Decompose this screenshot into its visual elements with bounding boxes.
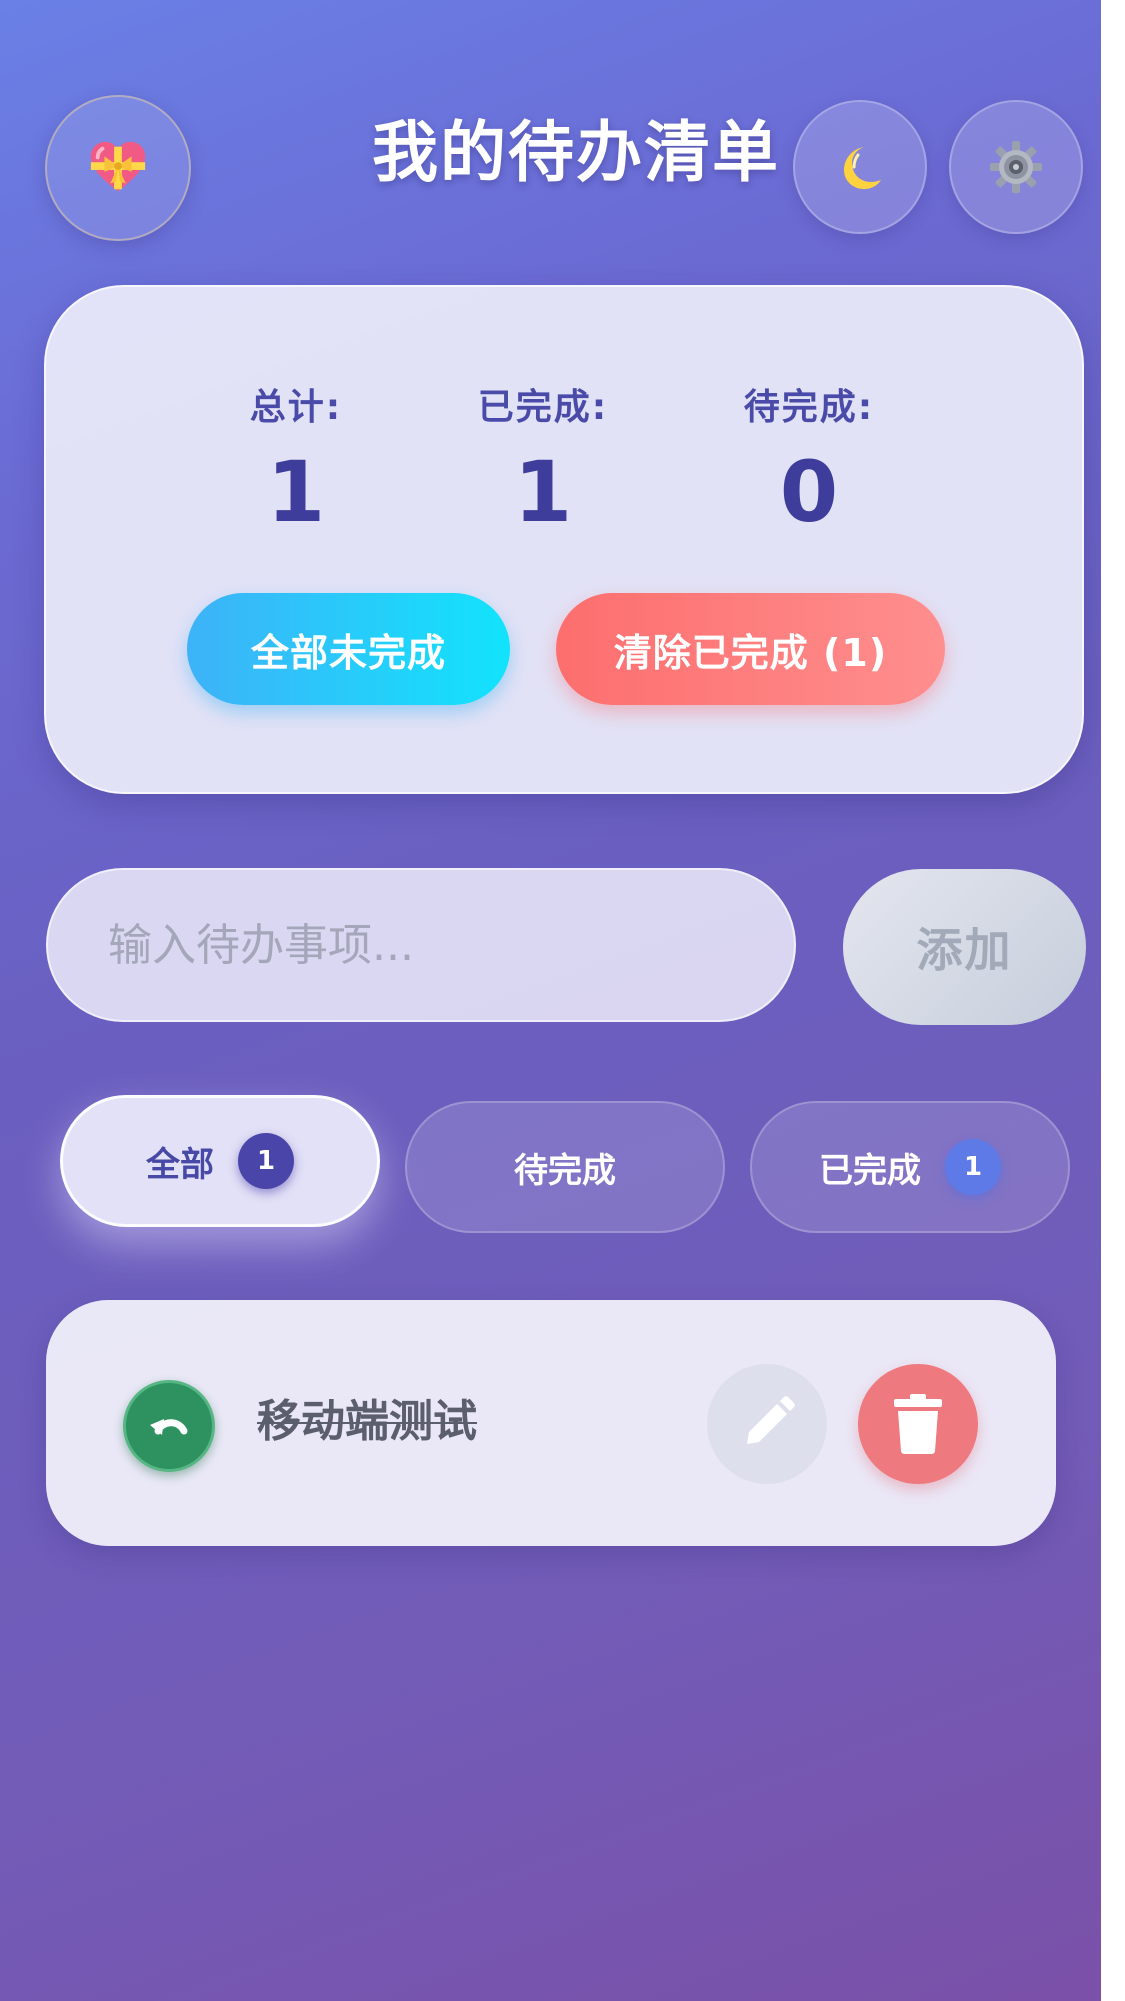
stat-pending-label: 待完成:: [743, 387, 875, 428]
stat-total: 总计: 1: [196, 378, 396, 534]
filter-tab-all[interactable]: 全部 1: [60, 1095, 380, 1227]
filter-tab-pending[interactable]: 待完成: [405, 1101, 725, 1233]
undo-arrow-icon: [150, 1419, 188, 1435]
mark-all-undone-button[interactable]: 全部未完成: [187, 593, 510, 705]
filter-tab-pending-label: 待完成: [514, 1150, 616, 1191]
todo-text: 移动端测试: [257, 1396, 477, 1447]
page-title: 我的待办清单: [372, 114, 780, 191]
todo-input[interactable]: [46, 868, 796, 1022]
crescent-moon-icon: [844, 147, 881, 189]
filter-tab-completed[interactable]: 已完成 1: [750, 1101, 1070, 1233]
screen-edge: [1101, 0, 1125, 2001]
app-background: 我的待办清单 总计: 1 已完成: 1 待完成: 0 全部未完成 清除已完成 (…: [0, 0, 1101, 2001]
clear-completed-button[interactable]: 清除已完成 (1): [556, 593, 945, 705]
stat-completed-value: 1: [513, 443, 573, 541]
stat-total-label: 总计:: [249, 387, 343, 428]
heart-with-ribbon-icon: [90, 141, 146, 192]
todo-toggle-button[interactable]: [123, 1380, 215, 1472]
stat-pending-value: 0: [779, 443, 839, 541]
filter-all-count-badge: 1: [238, 1133, 294, 1189]
add-button[interactable]: 添加: [843, 869, 1086, 1025]
gear-icon: [990, 141, 1042, 193]
trash-icon: [894, 1394, 942, 1454]
delete-todo-button[interactable]: [858, 1364, 978, 1484]
stat-pending: 待完成: 0: [709, 378, 909, 534]
filter-tab-all-label: 全部: [146, 1144, 214, 1185]
stat-total-value: 1: [266, 443, 326, 541]
edit-todo-button[interactable]: [707, 1364, 827, 1484]
stat-completed: 已完成: 1: [443, 378, 643, 534]
avatar-button[interactable]: [45, 95, 191, 241]
filter-completed-count-badge: 1: [945, 1139, 1001, 1195]
filter-tab-completed-label: 已完成: [819, 1150, 921, 1191]
theme-toggle-button[interactable]: [793, 100, 927, 234]
pencil-icon: [747, 1396, 795, 1444]
settings-button[interactable]: [949, 100, 1083, 234]
stat-completed-label: 已完成:: [477, 387, 609, 428]
